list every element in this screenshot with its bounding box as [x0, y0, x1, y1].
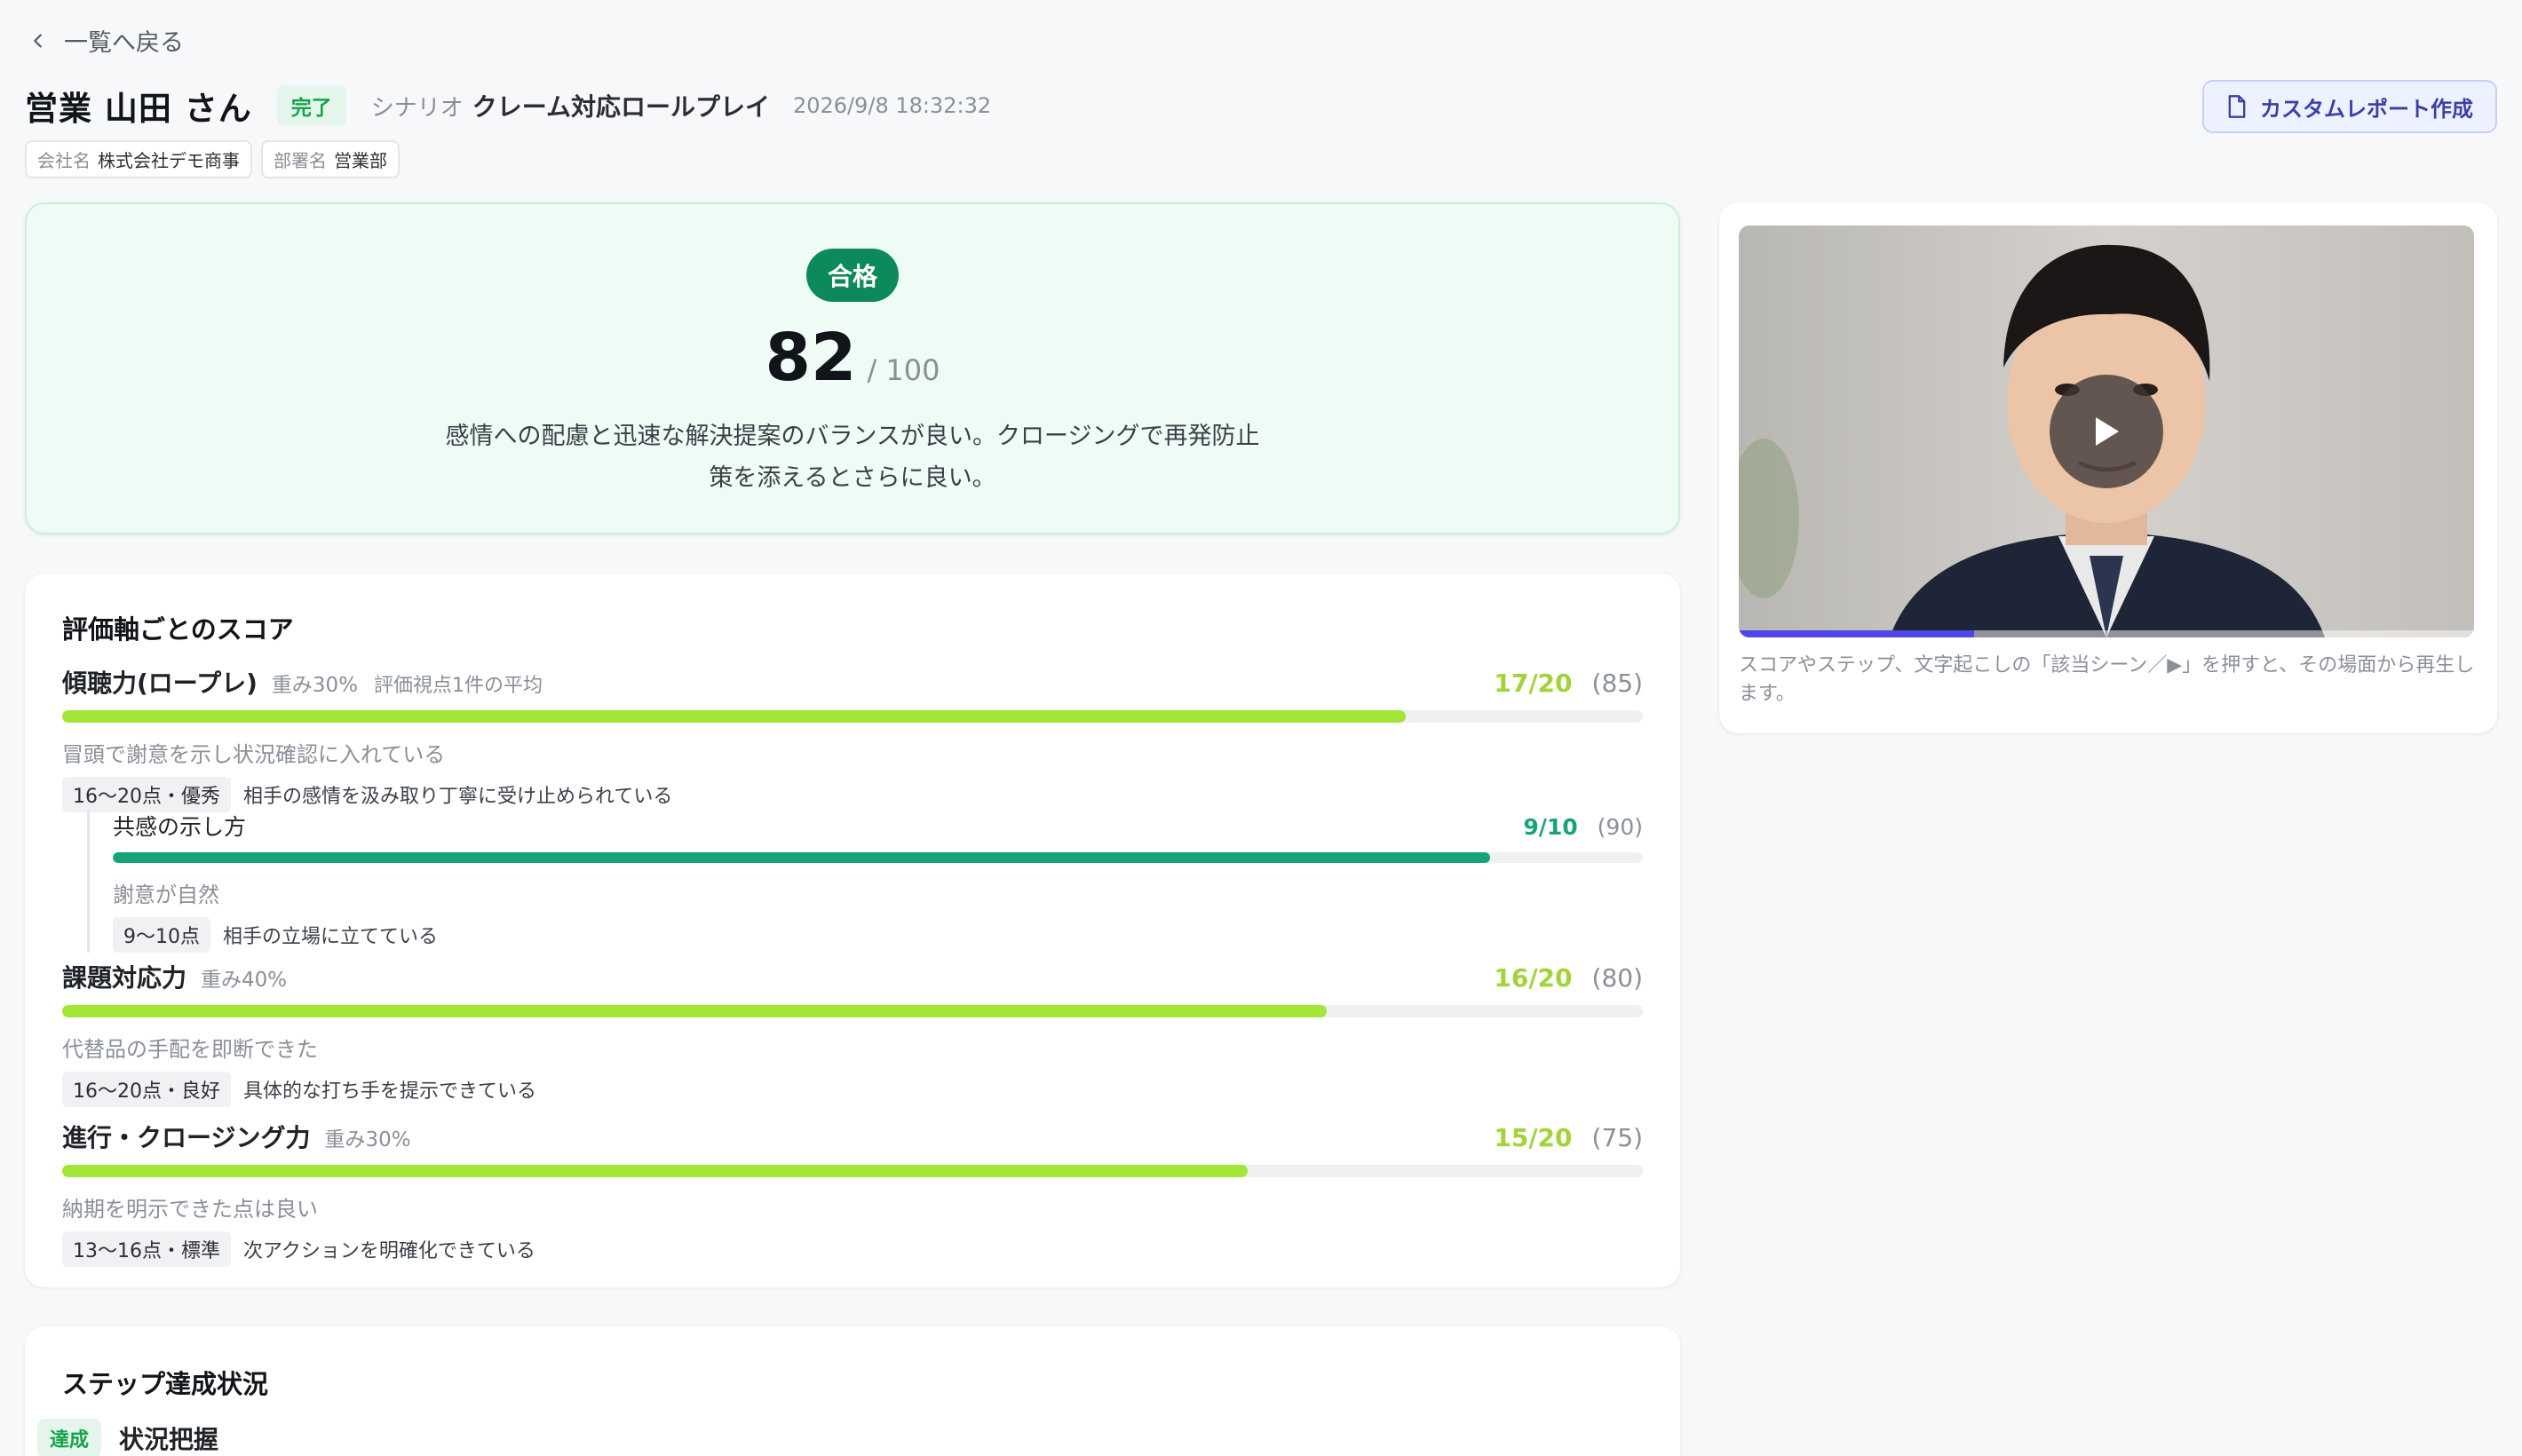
criterion-score: 16/20 [1494, 963, 1573, 993]
roleplay-video[interactable] [1739, 226, 2474, 637]
company-value: 株式会社デモ商事 [98, 150, 240, 171]
criterion-name: 傾聴力(ロープレ) [62, 669, 258, 698]
criterion-percent: (75) [1591, 1123, 1643, 1152]
criterion-percent: (85) [1591, 669, 1643, 698]
criterion-weight: 重み40% [201, 969, 288, 992]
criterion-problem-solving[interactable]: 課題対応力 重み40% 16/20 (80) 代替品の手配を即断できた 16〜2… [62, 959, 1643, 1107]
back-link-label: 一覧へ戻る [64, 29, 184, 57]
criterion-score: 15/20 [1494, 1123, 1573, 1152]
department-value: 営業部 [334, 150, 387, 171]
criterion-closing[interactable]: 進行・クロージング力 重み30% 15/20 (75) 納期を明示できた点は良い… [62, 1119, 1643, 1267]
criterion-bar [62, 710, 1643, 723]
score-band: 13〜16点・標準 [62, 1231, 231, 1267]
criterion-bar [62, 1005, 1643, 1017]
sub-criterion-bar [113, 852, 1643, 863]
sub-criterion-percent: (90) [1597, 814, 1643, 840]
criterion-note: 評価視点1件の平均 [374, 675, 543, 697]
criterion-bar-fill [62, 1165, 1248, 1177]
axis-scores-title: 評価軸ごとのスコア [62, 614, 294, 645]
sub-criterion-name: 共感の示し方 [113, 814, 247, 840]
step-status-badge: 達成 [37, 1419, 102, 1456]
company-label: 会社名 [37, 150, 91, 171]
play-icon [2096, 417, 2119, 446]
score-band-description: 相手の感情を汲み取り丁寧に受け止められている [243, 786, 673, 808]
criterion-name: 進行・クロージング力 [62, 1123, 311, 1152]
criterion-score: 17/20 [1494, 669, 1573, 698]
session-header: 営業 山田 さん 完了 シナリオ クレーム対応ロールプレイ 2026/9/8 1… [25, 82, 991, 130]
chevron-left-icon [34, 33, 42, 48]
total-score: 82 / 100 [765, 320, 940, 396]
document-icon [2228, 95, 2246, 118]
user-name: 営業 山田 さん [25, 90, 252, 128]
step-name: 状況把握 [119, 1425, 219, 1454]
sub-score-band: 9〜10点 [113, 917, 210, 953]
score-value: 82 [765, 320, 857, 396]
criterion-comment: 冒頭で謝意を示し状況確認に入れている [62, 742, 446, 767]
criterion-comment: 納期を明示できた点は良い [62, 1197, 318, 1222]
video-hint: スコアやステップ、文字起こしの「該当シーン／▶」を押すと、その場面から再生します… [1739, 654, 2475, 705]
step-status-card: ステップ達成状況 [25, 1326, 1680, 1456]
company-tag: 会社名 株式会社デモ商事 [25, 140, 252, 178]
axis-scores-card: 評価軸ごとのスコア 傾聴力(ロープレ) 重み30% 評価視点1件の平均 17/2… [25, 574, 1680, 1287]
score-band-description: 具体的な打ち手を提示できている [243, 1080, 537, 1103]
overall-score-card: 合格 82 / 100 感情への配慮と迅速な解決提案のバランスが良い。クロージン… [25, 202, 1680, 534]
scenario-name: クレーム対応ロールプレイ [472, 92, 770, 122]
score-band: 16〜20点・良好 [62, 1072, 231, 1107]
criterion-name: 課題対応力 [62, 963, 187, 993]
overall-comment: 感情への配慮と迅速な解決提案のバランスが良い。クロージングで再発防止策を添えると… [445, 423, 1260, 492]
criterion-listening[interactable]: 傾聴力(ロープレ) 重み30% 評価視点1件の平均 17/20 (85) 冒頭で… [62, 664, 1643, 812]
video-card: スコアやステップ、文字起こしの「該当シーン／▶」を押すと、その場面から再生します… [1719, 202, 2497, 733]
department-label: 部署名 [274, 150, 327, 171]
step-status-title: ステップ達成状況 [62, 1369, 269, 1399]
criterion-comment: 代替品の手配を即断できた [62, 1037, 318, 1062]
sub-criterion-score: 9/10 [1523, 814, 1578, 840]
video-progress-bar[interactable] [1739, 630, 2474, 637]
criterion-weight: 重み30% [324, 1128, 411, 1151]
criterion-bar-fill [62, 710, 1406, 723]
criterion-percent: (80) [1591, 963, 1643, 993]
department-tag: 部署名 営業部 [261, 140, 400, 178]
score-total: / 100 [867, 353, 940, 387]
custom-report-label: カスタムレポート作成 [2260, 96, 2473, 122]
score-band-description: 次アクションを明確化できている [243, 1240, 535, 1262]
status-badge: 完了 [276, 85, 346, 126]
custom-report-button[interactable]: カスタムレポート作成 [2202, 80, 2497, 133]
sub-criterion-empathy[interactable]: 共感の示し方 9/10 (90) 謝意が自然 9〜10点 相手の立場に立てている [87, 810, 1643, 953]
step-item[interactable]: 達成 状況把握 [37, 1419, 218, 1456]
sub-criterion-bar-fill [113, 852, 1490, 863]
criterion-weight: 重み30% [271, 674, 359, 697]
criterion-bar [62, 1165, 1643, 1177]
pass-badge: 合格 [805, 249, 899, 302]
video-progress-fill [1739, 630, 1974, 637]
sub-criterion-comment: 謝意が自然 [113, 882, 219, 907]
back-link[interactable]: 一覧へ戻る [28, 23, 184, 58]
scenario-label: シナリオ [370, 94, 464, 122]
sub-score-band-description: 相手の立場に立てている [223, 926, 439, 948]
score-band: 16〜20点・優秀 [62, 777, 231, 812]
play-button[interactable] [2050, 375, 2163, 488]
criterion-bar-fill [62, 1005, 1327, 1017]
meta-tags: 会社名 株式会社デモ商事 部署名 営業部 [25, 140, 400, 178]
session-datetime: 2026/9/8 18:32:32 [792, 93, 992, 118]
